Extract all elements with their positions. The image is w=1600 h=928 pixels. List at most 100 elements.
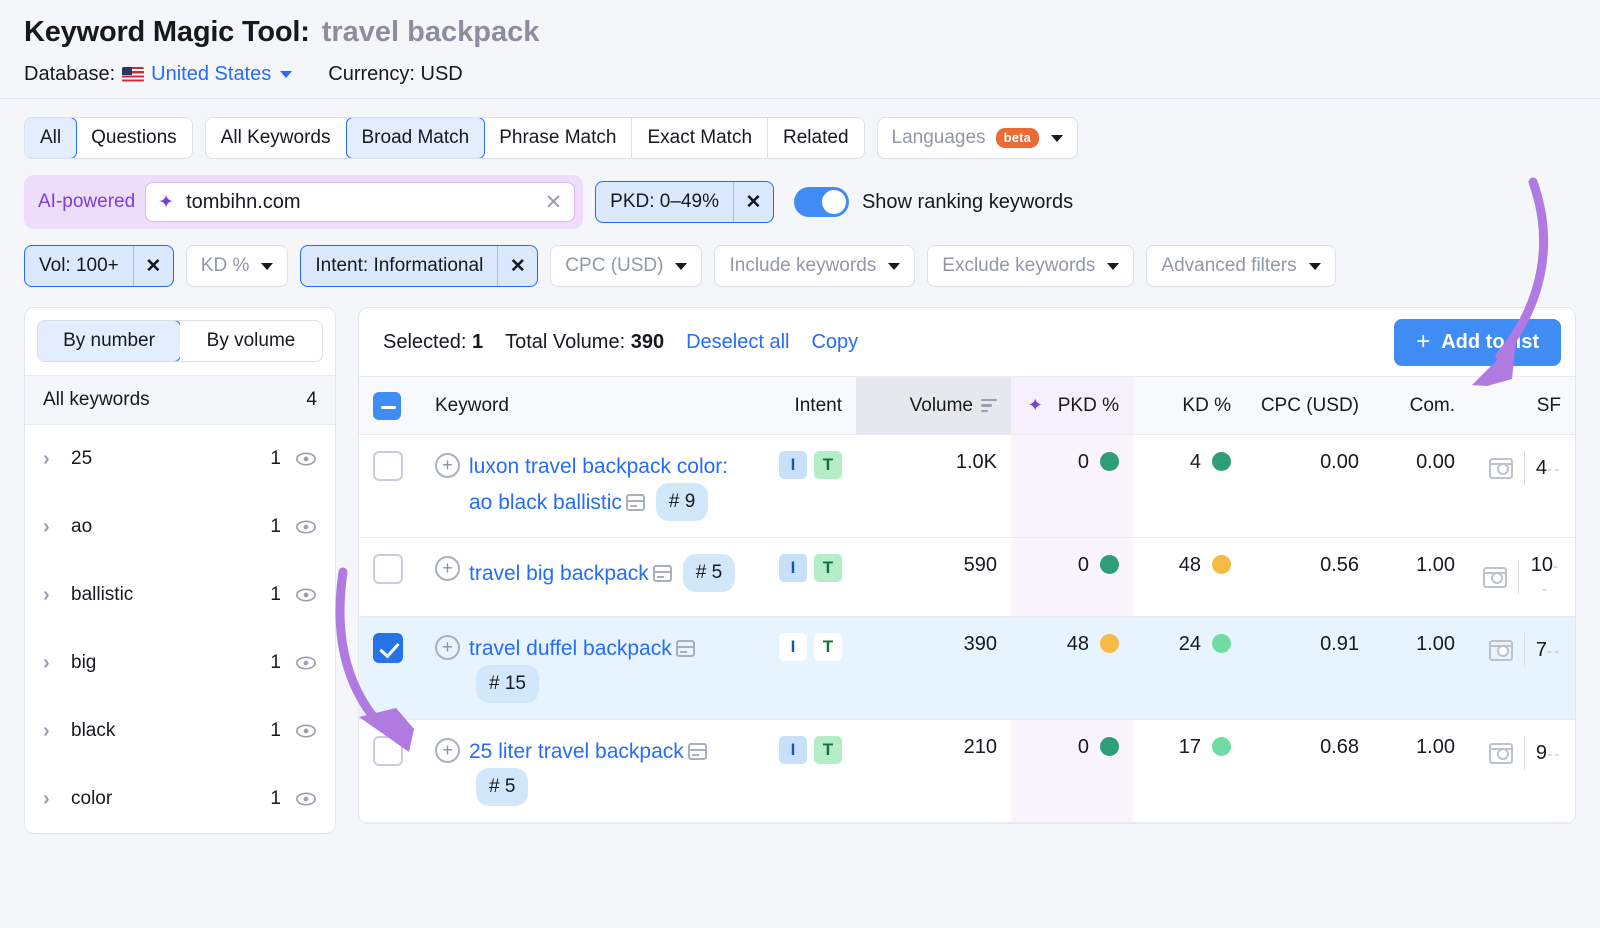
chevron-down-icon[interactable] — [675, 263, 687, 270]
keyword-link[interactable]: 25 liter travel backpack# 5 — [469, 736, 746, 806]
sidebar-toggle-by-number[interactable]: By number — [37, 320, 181, 362]
tab-related[interactable]: Related — [768, 118, 864, 158]
tab-broad-match[interactable]: Broad Match — [346, 117, 486, 159]
pkd-filter-chip[interactable]: PKD: 0–49% ✕ — [595, 181, 774, 223]
keyword-link[interactable]: luxon travel backpack color: ao black ba… — [469, 451, 746, 521]
table-row[interactable]: + travel duffel backpack# 15 IT 390 48 2… — [359, 617, 1575, 720]
chevron-down-icon[interactable] — [1051, 135, 1063, 142]
add-keyword-icon[interactable]: + — [435, 556, 460, 581]
serp-features-icon[interactable] — [653, 565, 672, 582]
column-kd[interactable]: KD % — [1133, 377, 1245, 435]
table-row[interactable]: + luxon travel backpack color: ao black … — [359, 435, 1575, 538]
advanced-filters-dropdown[interactable]: Advanced filters — [1146, 245, 1335, 287]
keyword-cell[interactable]: + travel duffel backpack# 15 — [421, 617, 760, 720]
sidebar-item-25[interactable]: › 25 1 — [25, 425, 335, 493]
clear-icon[interactable]: ✕ — [545, 190, 563, 215]
ranking-keywords-toggle-group[interactable]: Show ranking keywords — [794, 187, 1073, 217]
domain-input-wrapper[interactable]: ✦ tombihn.com ✕ — [145, 182, 575, 222]
match-tabs[interactable]: All Keywords Broad Match Phrase Match Ex… — [205, 117, 865, 159]
add-to-list-button[interactable]: + Add to list — [1394, 319, 1561, 366]
copy-link[interactable]: Copy — [811, 331, 858, 354]
chevron-right-icon[interactable]: › — [43, 584, 57, 607]
eye-icon[interactable] — [295, 448, 317, 470]
keyword-cell[interactable]: + luxon travel backpack color: ao black … — [421, 435, 760, 538]
row-checkbox-cell[interactable] — [359, 538, 421, 617]
row-checkbox-cell[interactable] — [359, 435, 421, 538]
serp-preview-icon[interactable] — [1489, 640, 1513, 661]
chevron-down-icon[interactable] — [261, 263, 273, 270]
deselect-all-link[interactable]: Deselect all — [686, 331, 789, 354]
sidebar-item-color[interactable]: › color 1 — [25, 765, 335, 833]
close-icon[interactable]: ✕ — [733, 182, 773, 222]
keyword-cell[interactable]: + travel big backpack# 5 — [421, 538, 760, 617]
serp-features-icon[interactable] — [626, 494, 645, 511]
chevron-right-icon[interactable]: › — [43, 788, 57, 811]
tab-all[interactable]: All — [24, 117, 77, 159]
tab-phrase-match[interactable]: Phrase Match — [484, 118, 632, 158]
row-checkbox[interactable] — [373, 633, 403, 663]
sidebar-item-ballistic[interactable]: › ballistic 1 — [25, 561, 335, 629]
table-row[interactable]: + 25 liter travel backpack# 5 IT 210 0 1… — [359, 720, 1575, 823]
serp-features-icon[interactable] — [688, 743, 707, 760]
row-checkbox[interactable] — [373, 736, 403, 766]
chevron-right-icon[interactable]: › — [43, 448, 57, 471]
chevron-down-icon[interactable] — [280, 71, 292, 78]
select-all-checkbox[interactable] — [373, 392, 401, 420]
sidebar-item-big[interactable]: › big 1 — [25, 629, 335, 697]
row-checkbox[interactable] — [373, 451, 403, 481]
serp-preview-icon[interactable] — [1489, 458, 1513, 479]
add-keyword-icon[interactable]: + — [435, 453, 460, 478]
add-keyword-icon[interactable]: + — [435, 738, 460, 763]
sidebar-item-black[interactable]: › black 1 — [25, 697, 335, 765]
column-com[interactable]: Com. — [1373, 377, 1469, 435]
include-keywords-dropdown[interactable]: Include keywords — [714, 245, 915, 287]
ranking-keywords-toggle[interactable] — [794, 187, 849, 217]
cpc-filter-dropdown[interactable]: CPC (USD) — [550, 245, 702, 287]
eye-icon[interactable] — [295, 516, 317, 538]
row-checkbox-cell[interactable] — [359, 617, 421, 720]
row-checkbox-cell[interactable] — [359, 720, 421, 823]
column-keyword[interactable]: Keyword — [421, 377, 760, 435]
tab-questions[interactable]: Questions — [76, 118, 192, 158]
type-tabs[interactable]: All Questions — [24, 117, 193, 159]
keyword-cell[interactable]: + 25 liter travel backpack# 5 — [421, 720, 760, 823]
sidebar-toggle-by-volume[interactable]: By volume — [180, 321, 322, 361]
tab-exact-match[interactable]: Exact Match — [632, 118, 768, 158]
database-value[interactable]: United States — [151, 63, 271, 86]
serp-features-icon[interactable] — [676, 640, 695, 657]
kd-filter-dropdown[interactable]: KD % — [186, 245, 289, 287]
sort-icon[interactable] — [981, 399, 997, 413]
languages-dropdown[interactable]: Languages beta — [877, 117, 1079, 159]
exclude-keywords-dropdown[interactable]: Exclude keywords — [927, 245, 1134, 287]
chevron-down-icon[interactable] — [888, 263, 900, 270]
chevron-down-icon[interactable] — [1309, 263, 1321, 270]
serp-preview-icon[interactable] — [1483, 567, 1507, 588]
intent-filter-chip[interactable]: Intent: Informational ✕ — [300, 245, 538, 287]
select-all-header[interactable] — [359, 377, 421, 435]
database-selector[interactable]: Database: United States — [24, 63, 292, 86]
row-checkbox[interactable] — [373, 554, 403, 584]
eye-icon[interactable] — [295, 720, 317, 742]
keyword-link[interactable]: travel duffel backpack# 15 — [469, 633, 746, 703]
chevron-down-icon[interactable] — [1107, 263, 1119, 270]
column-sf[interactable]: SF — [1469, 377, 1575, 435]
volume-filter-chip[interactable]: Vol: 100+ ✕ — [24, 245, 174, 287]
keyword-link[interactable]: travel big backpack# 5 — [469, 554, 735, 592]
serp-preview-icon[interactable] — [1489, 743, 1513, 764]
column-volume[interactable]: Volume — [856, 377, 1011, 435]
eye-icon[interactable] — [295, 584, 317, 606]
close-icon[interactable]: ✕ — [497, 246, 537, 286]
column-cpc[interactable]: CPC (USD) — [1245, 377, 1373, 435]
add-keyword-icon[interactable]: + — [435, 635, 460, 660]
column-pkd[interactable]: ✦PKD % — [1011, 377, 1133, 435]
domain-input[interactable]: tombihn.com — [186, 191, 532, 214]
chevron-right-icon[interactable]: › — [43, 652, 57, 675]
chevron-right-icon[interactable]: › — [43, 720, 57, 743]
close-icon[interactable]: ✕ — [133, 246, 173, 286]
sidebar-item-ao[interactable]: › ao 1 — [25, 493, 335, 561]
eye-icon[interactable] — [295, 652, 317, 674]
column-intent[interactable]: Intent — [760, 377, 856, 435]
tab-all-keywords[interactable]: All Keywords — [206, 118, 347, 158]
sidebar-sort-toggle[interactable]: By number By volume — [37, 320, 323, 362]
table-row[interactable]: + travel big backpack# 5 IT 590 0 48 0.5… — [359, 538, 1575, 617]
